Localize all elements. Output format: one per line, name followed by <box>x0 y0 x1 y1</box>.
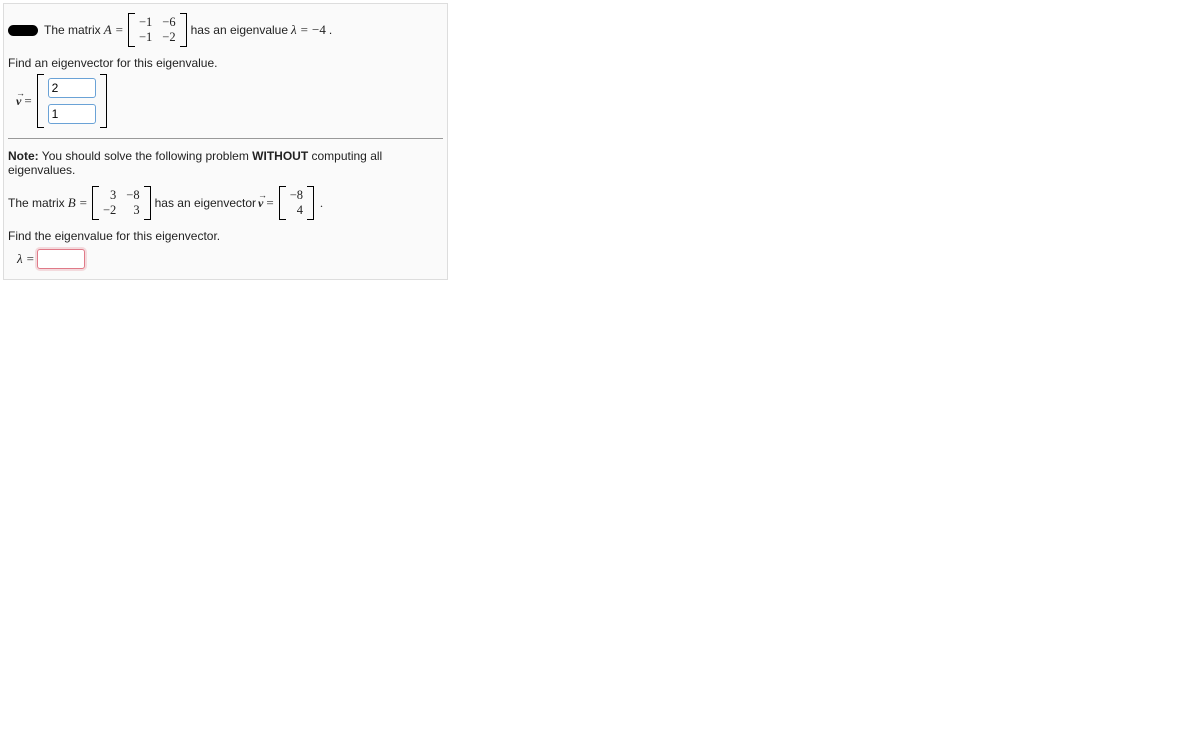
equals-sign: = <box>79 195 88 211</box>
note-text-1: You should solve the following problem <box>39 149 252 163</box>
matrix-A-label: A <box>103 22 113 38</box>
note-prefix: Note: <box>8 149 39 163</box>
matrix-A: −1 −6 −1 −2 <box>128 13 187 47</box>
equals-sign: = <box>26 251 35 267</box>
eigenvector-v: −8 4 <box>279 186 314 220</box>
vector-cell: −8 <box>290 188 303 203</box>
matrix-cell: 3 <box>103 188 116 203</box>
period: . <box>318 196 323 211</box>
period: . <box>329 23 332 37</box>
eigenvector-input-vector <box>37 74 107 128</box>
p2-answer-row: λ = <box>16 249 443 269</box>
p2-text-1: The matrix <box>8 196 65 210</box>
p1-answer-row: v = <box>16 74 443 128</box>
p2-find-prompt: Find the eigenvalue for this eigenvector… <box>8 229 443 243</box>
note-line: Note: You should solve the following pro… <box>8 149 443 177</box>
lambda-symbol: λ <box>290 22 298 38</box>
matrix-cell: −8 <box>126 188 139 203</box>
matrix-cell: −2 <box>103 203 116 218</box>
p2-text-2: has an eigenvector <box>155 196 256 210</box>
equals-sign: = <box>115 22 124 38</box>
p1-find-prompt: Find an eigenvector for this eigenvalue. <box>8 56 443 70</box>
lambda-symbol: λ <box>16 251 24 267</box>
p1-text-2: has an eigenvalue <box>191 23 288 37</box>
p1-text-1: The matrix <box>44 23 101 37</box>
separator <box>8 138 443 139</box>
equals-sign: = <box>300 22 309 38</box>
problem1-statement: The matrix A = −1 −6 −1 −2 has an eigenv… <box>8 8 443 52</box>
problem-container: The matrix A = −1 −6 −1 −2 has an eigenv… <box>3 3 448 280</box>
matrix-cell: −2 <box>162 30 175 45</box>
vector-v-label: v <box>16 94 21 109</box>
lambda-value: −4 <box>311 22 327 38</box>
matrix-B-label: B <box>67 195 77 211</box>
matrix-cell: −1 <box>139 15 152 30</box>
eigenvector-input-bottom[interactable] <box>48 104 96 124</box>
vector-v-label: v <box>258 196 263 211</box>
eigenvector-input-top[interactable] <box>48 78 96 98</box>
matrix-cell: −1 <box>139 30 152 45</box>
redacted-label <box>8 25 38 36</box>
matrix-cell: −6 <box>162 15 175 30</box>
note-bold: WITHOUT <box>252 149 308 163</box>
eigenvalue-input[interactable] <box>37 249 85 269</box>
problem2-statement: The matrix B = 3 −8 −2 3 has an eigenvec… <box>8 181 443 225</box>
matrix-B: 3 −8 −2 3 <box>92 186 151 220</box>
vector-cell: 4 <box>290 203 303 218</box>
matrix-cell: 3 <box>126 203 139 218</box>
